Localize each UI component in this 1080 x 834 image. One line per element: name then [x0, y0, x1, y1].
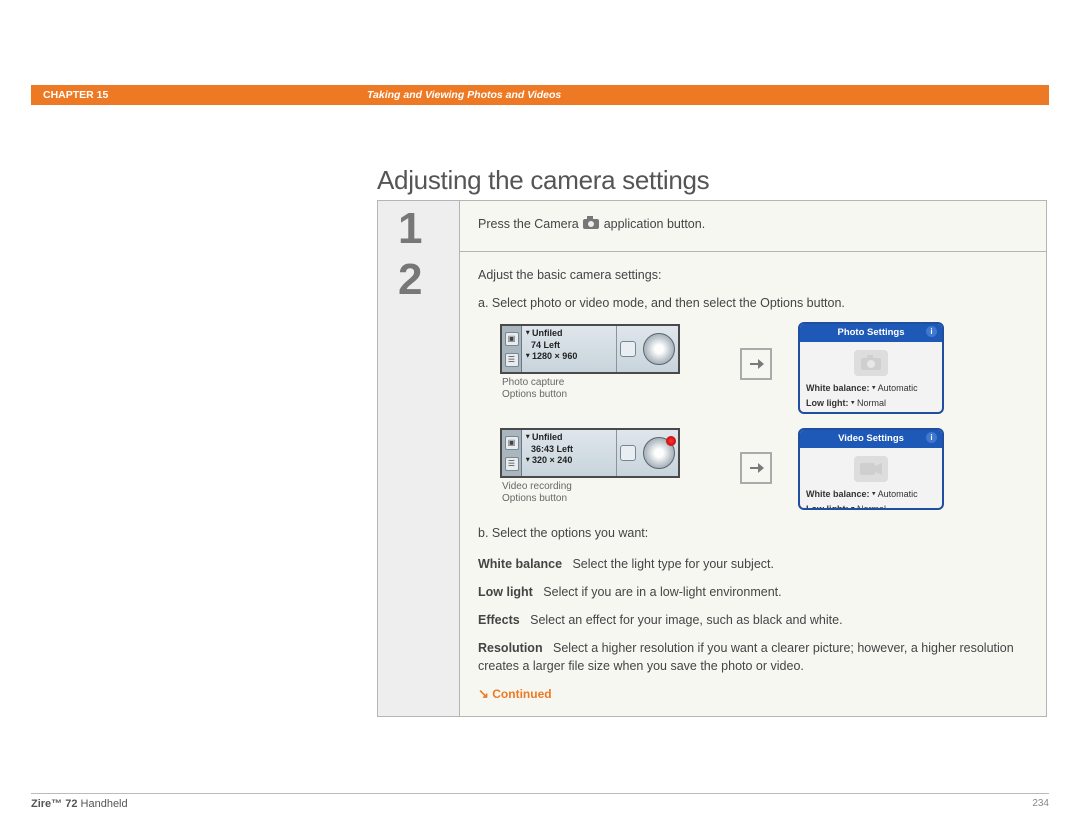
step-2b: b. Select the options you want: [478, 524, 1028, 542]
camcorder-ghost-icon [854, 456, 888, 482]
lens-icon-2 [643, 437, 675, 469]
opt-effects: Effects Select an effect for your image,… [478, 611, 1028, 629]
video-options-icon: ☰ [505, 457, 519, 471]
lens-icon [643, 333, 675, 365]
opt-white-balance: White balance Select the light type for … [478, 555, 1028, 573]
video-settings-title: Video Settings i [800, 430, 942, 448]
photo-options-icon: ☰ [505, 353, 519, 367]
continued-arrow-icon: ↘ [478, 686, 489, 701]
step-2: 2 Adjust the basic camera settings: a. S… [378, 252, 1046, 716]
video-caption: Video recording Options button [502, 481, 680, 505]
step-2a: a. Select photo or video mode, and then … [478, 294, 1028, 312]
photo-settings-title: Photo Settings i [800, 324, 942, 342]
camcorder-small-icon [620, 445, 636, 461]
photo-settings-pane: Photo Settings i White balance: ▾ Automa… [798, 322, 944, 414]
photo-caption: Photo capture Options button [502, 377, 680, 401]
step-1-text: Press the Camera application button. [478, 215, 1028, 233]
step-2-intro: Adjust the basic camera settings: [478, 266, 1028, 284]
video-recording-screenshot: ▣ ☰ ▾ Unfiled 36:43 Left ▾ 320 × 240 [500, 428, 680, 478]
continued-label: ↘ Continued [478, 685, 1028, 704]
video-settings-pane: Video Settings i White balance: ▾ Automa… [798, 428, 944, 510]
opt-resolution: Resolution Select a higher resolution if… [478, 639, 1028, 675]
figures-wrap: ▣ ☰ ▾ Unfiled 74 Left ▾ 1280 × 960 [478, 324, 1028, 524]
page-title: Adjusting the camera settings [377, 165, 709, 196]
camera-icon [582, 215, 600, 231]
step-1: 1 Press the Camera application button. [378, 201, 1046, 252]
footer-brand: Zire™ 72 Handheld [31, 798, 128, 810]
chapter-title: Taking and Viewing Photos and Videos [367, 89, 561, 101]
photo-capture-screenshot: ▣ ☰ ▾ Unfiled 74 Left ▾ 1280 × 960 [500, 324, 680, 374]
opt-low-light: Low light Select if you are in a low-lig… [478, 583, 1028, 601]
camera-small-icon [620, 341, 636, 357]
photo-mode-icon: ▣ [505, 332, 519, 346]
info-icon: i [926, 326, 937, 337]
step-number-2: 2 [378, 252, 460, 716]
chapter-bar: CHAPTER 15 Taking and Viewing Photos and… [0, 85, 1080, 105]
step-number-1: 1 [378, 201, 460, 252]
arrow-right-icon [740, 348, 772, 380]
video-mode-icon: ▣ [505, 436, 519, 450]
footer-page-number: 234 [1032, 798, 1049, 810]
arrow-right-icon-2 [740, 452, 772, 484]
camera-ghost-icon [854, 350, 888, 376]
chapter-label: CHAPTER 15 [31, 89, 367, 101]
content-box: 1 Press the Camera application button. 2… [377, 200, 1047, 717]
info-icon-2: i [926, 432, 937, 443]
footer: Zire™ 72 Handheld 234 [31, 793, 1049, 810]
